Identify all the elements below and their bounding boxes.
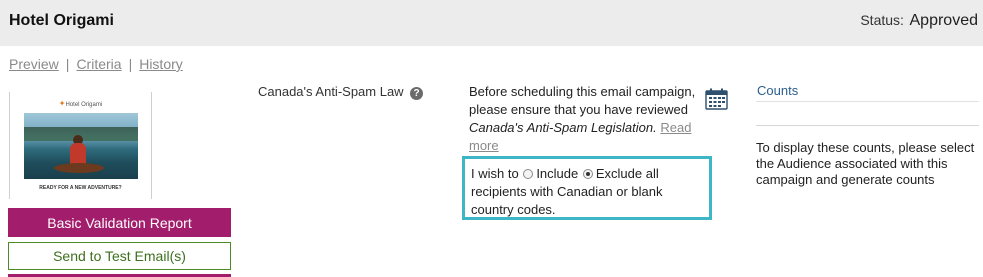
casl-legislation-text: Canada's Anti-Spam Legislation. [469, 120, 657, 135]
email-preview-thumbnail[interactable]: ✦Hotel Origami READY FOR A NEW ADVENTURE… [9, 92, 152, 199]
origami-logo-icon: ✦ [58, 99, 66, 108]
casl-recipient-option-box: I wish to Include Exclude all recipients… [462, 156, 712, 220]
question-mark-help-icon[interactable]: ? [410, 87, 423, 100]
page-header: Hotel Origami Status: Approved [0, 0, 983, 46]
nav-link-preview[interactable]: Preview [9, 56, 59, 72]
nav-separator: | [128, 56, 133, 72]
counts-link[interactable]: Counts [757, 83, 798, 98]
wish-prefix-label: I wish to [471, 166, 519, 181]
counts-divider [756, 101, 979, 102]
status-label: Status: [860, 12, 904, 28]
casl-section-label: Canada's Anti-Spam Law [258, 84, 404, 99]
status-value: Approved [909, 12, 979, 29]
counts-divider [756, 125, 979, 126]
campaign-status: Status: Approved [860, 12, 978, 30]
nav-link-criteria[interactable]: Criteria [76, 56, 121, 72]
include-radio[interactable] [523, 169, 534, 179]
campaign-nav: Preview | Criteria | History [9, 56, 183, 72]
counts-message: To display these counts, please select t… [756, 140, 975, 187]
include-label[interactable]: Include [536, 166, 578, 181]
casl-notice: Before scheduling this email campaign, p… [469, 83, 701, 155]
thumbnail-photo [24, 113, 138, 179]
page-title: Hotel Origami [9, 12, 114, 29]
thumbnail-tagline: READY FOR A NEW ADVENTURE? [39, 185, 122, 191]
nav-separator: | [65, 56, 70, 72]
send-to-test-email-button[interactable]: Send to Test Email(s) [8, 242, 231, 270]
thumbnail-logo: ✦Hotel Origami [58, 99, 103, 108]
nav-link-history[interactable]: History [139, 56, 183, 72]
basic-validation-report-button[interactable]: Basic Validation Report [8, 208, 231, 237]
casl-notice-text: Before scheduling this email campaign, p… [469, 84, 696, 117]
exclude-radio[interactable] [582, 169, 593, 179]
calendar-icon[interactable] [705, 88, 728, 110]
